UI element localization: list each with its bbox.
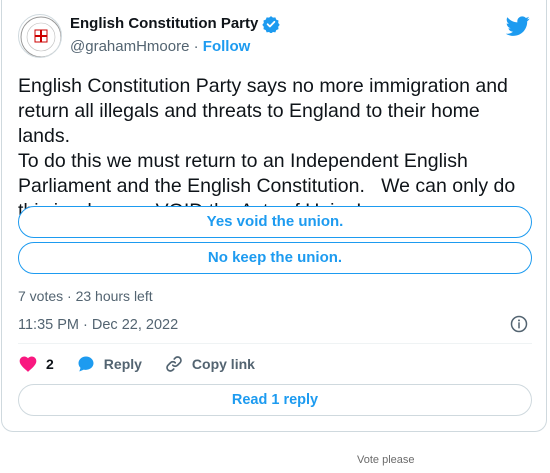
party-logo (20, 16, 61, 57)
poll-option-no[interactable]: No keep the union. (18, 242, 532, 274)
follow-button[interactable]: Follow (203, 38, 251, 55)
avatar[interactable] (18, 14, 62, 58)
read-reply-button[interactable]: Read 1 reply (18, 384, 532, 416)
link-icon (166, 356, 182, 372)
copy-link-label: Copy link (191, 356, 255, 372)
author-name[interactable]: English Constitution Party (70, 14, 258, 34)
separator-dot: · (193, 38, 199, 55)
twitter-bird-icon[interactable] (506, 14, 530, 38)
verified-badge-icon (262, 16, 281, 33)
action-bar: 2 Reply Copy link (18, 352, 277, 376)
reply-button[interactable]: Reply (76, 354, 142, 374)
tweet-text: English Constitution Party says no more … (18, 75, 516, 222)
info-icon[interactable] (510, 315, 528, 333)
caption-text: Vote please (357, 454, 415, 466)
poll-meta: 7 votes · 23 hours left (18, 288, 153, 304)
poll-option-yes[interactable]: Yes void the union. (18, 206, 532, 238)
tweet-card: English Constitution Party @grahamHmoore… (1, 0, 547, 432)
author-row: English Constitution Party (70, 14, 281, 34)
handle-row: @grahamHmoore · Follow (70, 37, 250, 57)
author-handle[interactable]: @grahamHmoore (70, 38, 189, 55)
divider (18, 343, 532, 344)
tweet-timestamp[interactable]: 11:35 PM · Dec 22, 2022 (18, 316, 178, 334)
copy-link-button[interactable]: Copy link (164, 354, 255, 374)
like-count: 2 (46, 356, 54, 372)
reply-label: Reply (103, 356, 142, 372)
reply-bubble-icon (78, 356, 94, 372)
heart-icon (19, 356, 37, 372)
like-button[interactable]: 2 (18, 354, 54, 374)
